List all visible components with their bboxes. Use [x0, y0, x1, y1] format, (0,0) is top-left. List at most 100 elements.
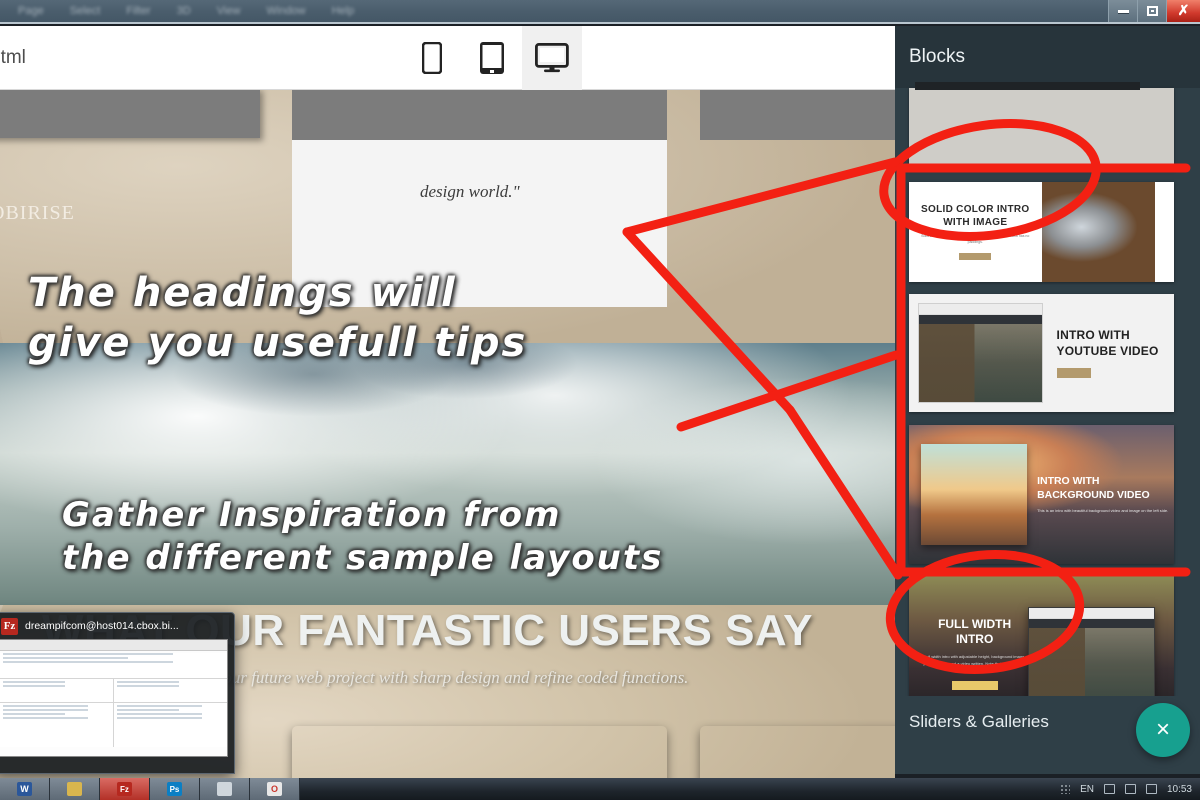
- browser-screenshot: [919, 324, 1042, 402]
- desktop-preview-button[interactable]: [522, 26, 582, 90]
- opera-icon: O: [267, 782, 282, 796]
- tree-row: [3, 685, 66, 687]
- fullwidth-block-browser-mock: [1028, 607, 1156, 700]
- system-tray: EN 10:53: [1061, 784, 1200, 795]
- minimize-button[interactable]: [1108, 0, 1137, 22]
- minimize-icon: [1117, 9, 1129, 13]
- explorer-icon: [67, 782, 82, 796]
- block-thumbnail-intro-with-youtube-video[interactable]: INTRO WITH YOUTUBE VIDEO: [909, 294, 1174, 412]
- browser-chrome-bar: [919, 304, 1042, 316]
- fullwidth-block-text: FULL WIDTH INTRO Full width intro with a…: [909, 617, 1028, 691]
- device-preview-group: [402, 26, 582, 90]
- menu-item-help[interactable]: Help: [332, 5, 355, 17]
- testimonial-card-right: [700, 90, 895, 140]
- clock[interactable]: 10:53: [1167, 784, 1192, 795]
- menu-item-window[interactable]: Window: [266, 5, 305, 17]
- block-title-full-width-intro: FULL WIDTH INTRO: [938, 616, 1012, 647]
- block-cta-full-width-intro: [951, 681, 998, 691]
- filezilla-taskbar-item[interactable]: Fz: [100, 778, 150, 800]
- notepad-taskbar-item[interactable]: [200, 778, 250, 800]
- browser-nav-bar: [919, 315, 1042, 325]
- filezilla-icon: Fz: [1, 617, 18, 635]
- remote-tree-pane: [114, 679, 227, 702]
- block-cta-solid-color-intro: [959, 252, 992, 260]
- annotation-2-line-1: Gather Inspiration from: [62, 495, 562, 535]
- browser-nav-bar-2: [1029, 619, 1155, 628]
- youtube-block-browser-mock: [918, 303, 1043, 403]
- block-desc-intro-bgvideo: This is an intro with beautiful backgrou…: [1037, 508, 1169, 514]
- window-titlebar: Page Select Filter 3D View Window Help ✗: [0, 0, 1200, 24]
- windows-taskbar: W Fz Ps O EN 10:53: [0, 778, 1200, 800]
- blocks-section-label: Sliders & Galleries: [909, 712, 1049, 731]
- solid-intro-photo-side: [1041, 182, 1156, 282]
- desktop-icon: [535, 43, 569, 73]
- menu-item-page[interactable]: Page: [18, 5, 44, 17]
- brand-label: OBIRISE: [0, 202, 75, 224]
- tablet-preview-button[interactable]: [462, 26, 522, 90]
- block-thumbnail-intro-with-background-video[interactable]: INTRO WITH BACKGROUND VIDEO This is an i…: [909, 425, 1174, 564]
- block-cta-intro-youtube: [1056, 367, 1091, 378]
- testimonial-cards-row: [0, 90, 895, 307]
- blocks-panel-header: Blocks: [895, 26, 1200, 88]
- annotation-text-headings: The headings will give you usefull tips: [28, 268, 527, 368]
- blocks-panel-title: Blocks: [909, 46, 965, 67]
- filezilla-tree-panes: [0, 679, 227, 703]
- close-icon: ✗: [1177, 3, 1190, 19]
- explorer-taskbar-item[interactable]: [50, 778, 100, 800]
- block-desc-full-width-intro: Full width intro with adjustable height,…: [923, 653, 1026, 673]
- file-row: [117, 717, 202, 719]
- filezilla-toolbar: [0, 640, 227, 651]
- menu-item-3d[interactable]: 3D: [177, 5, 191, 17]
- menu-bar[interactable]: Page Select Filter 3D View Window Help: [0, 5, 1108, 17]
- filezilla-taskbar-preview[interactable]: Fz dreampifcom@host014.cbox.bi...: [0, 612, 235, 774]
- close-blocks-panel-button[interactable]: ×: [1136, 703, 1190, 757]
- log-line: [3, 661, 174, 663]
- photoshop-icon: Ps: [167, 782, 182, 796]
- file-row: [3, 717, 88, 719]
- annotation-1-line-2: give you usefull tips: [28, 320, 528, 366]
- restore-icon: [1146, 6, 1158, 16]
- opera-taskbar-item[interactable]: O: [250, 778, 300, 800]
- menu-item-filter[interactable]: Filter: [126, 5, 150, 17]
- local-tree-pane: [0, 679, 114, 702]
- block-thumbnail-solid-color-intro-with-image[interactable]: SOLID COLOR INTRO WITH IMAGE Solid color…: [909, 182, 1174, 282]
- file-row: [3, 705, 88, 707]
- restore-button[interactable]: [1137, 0, 1166, 22]
- local-file-list: [0, 703, 114, 747]
- youtube-block-text: INTRO WITH YOUTUBE VIDEO: [1043, 328, 1174, 378]
- blocks-sidebar: Blocks SOLID COLOR INTRO WITH IMAGE Soli…: [895, 26, 1200, 774]
- bgvideo-block-backdrop: INTRO WITH BACKGROUND VIDEO This is an i…: [909, 425, 1174, 564]
- annotation-2-line-2: the different sample layouts: [62, 537, 664, 578]
- language-indicator[interactable]: EN: [1080, 784, 1094, 795]
- filezilla-preview-body: [0, 639, 228, 757]
- solid-intro-text-side: SOLID COLOR INTRO WITH IMAGE Solid color…: [909, 182, 1042, 282]
- section-subheading: Shape your future web project with sharp…: [170, 668, 689, 687]
- menu-item-select[interactable]: Select: [70, 5, 101, 17]
- filezilla-log-pane: [0, 653, 227, 679]
- browser-screenshot-2: [1029, 628, 1155, 699]
- mobile-preview-button[interactable]: [402, 26, 462, 90]
- log-line: [3, 657, 128, 659]
- mobile-icon: [422, 42, 442, 74]
- block-thumbnail-partial[interactable]: [909, 82, 1174, 170]
- file-row: [117, 709, 180, 711]
- tray-handle-icon[interactable]: [1061, 784, 1071, 794]
- volume-icon[interactable]: [1124, 784, 1136, 794]
- log-line: [3, 653, 174, 655]
- filezilla-preview-header: Fz dreampifcom@host014.cbox.bi...: [0, 613, 234, 639]
- filezilla-file-lists: [0, 703, 227, 747]
- file-row: [3, 713, 66, 715]
- testimonial-quote-text: design world.": [420, 182, 520, 201]
- action-center-icon[interactable]: [1145, 784, 1157, 794]
- filezilla-preview-title: dreampifcom@host014.cbox.bi...: [25, 620, 179, 632]
- remote-file-list: [114, 703, 227, 747]
- window-controls: ✗: [1108, 0, 1200, 22]
- word-icon: W: [17, 782, 32, 796]
- photoshop-taskbar-item[interactable]: Ps: [150, 778, 200, 800]
- menu-item-view[interactable]: View: [217, 5, 241, 17]
- network-icon[interactable]: [1103, 784, 1115, 794]
- word-taskbar-item[interactable]: W: [0, 778, 50, 800]
- solid-intro-padding: [1155, 182, 1174, 282]
- close-button[interactable]: ✗: [1166, 0, 1200, 22]
- close-icon: ×: [1155, 716, 1170, 743]
